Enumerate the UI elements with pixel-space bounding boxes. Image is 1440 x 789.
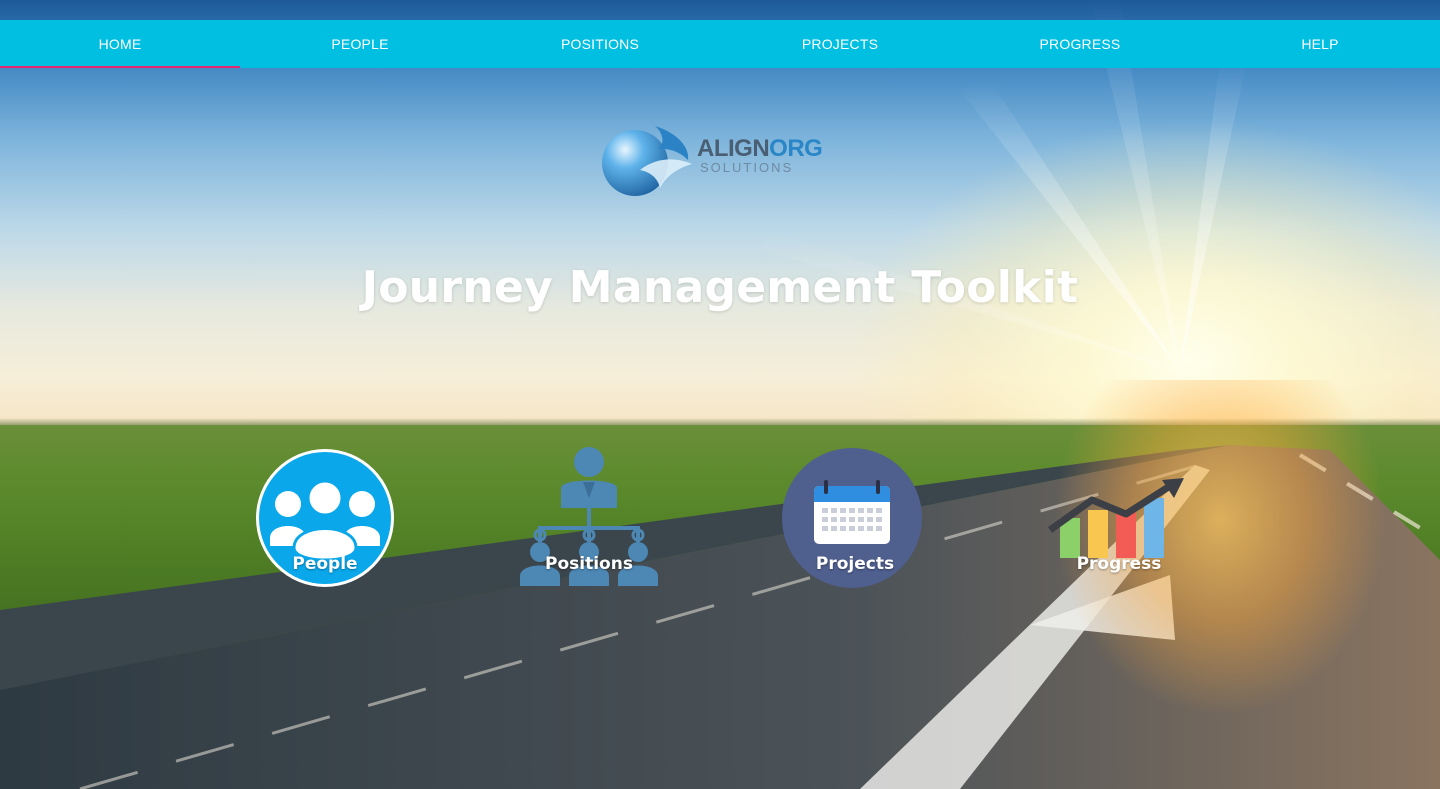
logo-wordmark: ALIGNORG <box>697 135 823 162</box>
globe-logo-icon <box>602 126 692 196</box>
tile-projects-label: Projects <box>815 554 895 574</box>
tile-positions-label: Positions <box>545 554 633 574</box>
tile-progress-label: Progress <box>1076 554 1162 574</box>
alignorg-logo: ALIGNORG SOLUTIONS <box>600 118 835 196</box>
nav-help[interactable]: HELP <box>1200 20 1440 68</box>
logo-word-org: ORG <box>769 135 823 162</box>
nav-progress[interactable]: PROGRESS <box>960 20 1200 68</box>
nav-positions[interactable]: POSITIONS <box>480 20 720 68</box>
sun-glow <box>960 380 1440 789</box>
top-nav: HOME PEOPLE POSITIONS PROJECTS PROGRESS … <box>0 20 1440 68</box>
tile-people-label: People <box>292 554 358 574</box>
nav-projects[interactable]: PROJECTS <box>720 20 960 68</box>
tile-projects[interactable]: Projects <box>780 446 930 596</box>
nav-home[interactable]: HOME <box>0 20 240 68</box>
tile-progress[interactable]: Progress <box>1044 446 1194 596</box>
page-title: Journey Management Toolkit <box>361 262 1079 313</box>
nav-people[interactable]: PEOPLE <box>240 20 480 68</box>
logo-subtitle: SOLUTIONS <box>700 160 794 175</box>
logo-word-align: ALIGN <box>697 135 770 162</box>
tile-people[interactable]: People <box>250 446 400 596</box>
tile-positions[interactable]: Positions <box>514 444 664 594</box>
